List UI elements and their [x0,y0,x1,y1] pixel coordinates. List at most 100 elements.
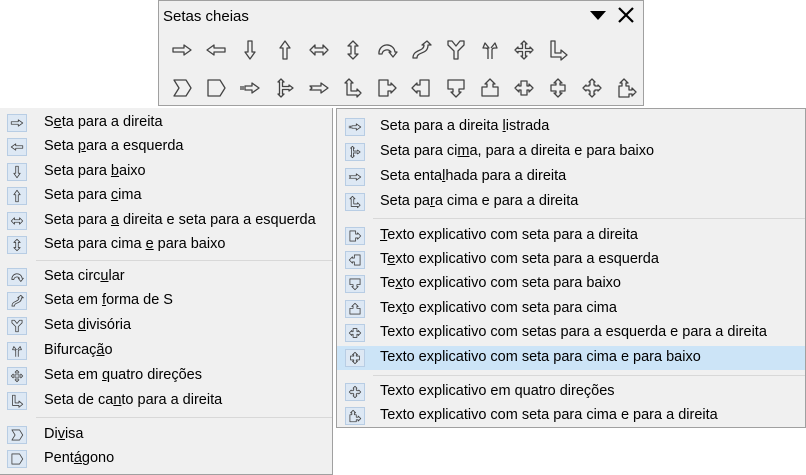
arrow-left-right-icon [308,39,330,61]
close-icon[interactable] [615,4,637,26]
menu-item-label: Texto explicativo com seta para baixo [380,275,621,291]
menu-item-label: Texto explicativo com setas para a esque… [380,324,767,340]
menu-item-label: Seta para cima e para baixo [44,236,226,252]
toolbar-button-arrow-up-down[interactable] [336,33,370,67]
toolbar-button-arrow-down[interactable] [233,33,267,67]
menu-item-four-way-arrow[interactable]: Seta em quatro direções [0,364,332,388]
toolbar-button-right-callout[interactable] [370,71,404,105]
menu-item-left-right-callout[interactable]: Texto explicativo com setas para a esque… [337,321,805,345]
menu-item-arrow-left[interactable]: Seta para a esquerda [0,135,332,159]
toolbar-button-pentagon[interactable] [199,71,233,105]
menu-item-label: Texto explicativo com seta para cima [380,300,617,316]
striped-right-arrow-icon [239,77,261,99]
menu-item-arrow-up[interactable]: Seta para cima [0,184,332,208]
toolbar-titlebar[interactable]: Setas cheias [159,1,643,31]
circular-arrow-icon [376,39,398,61]
toolbar-button-arrow-right[interactable] [165,33,199,67]
menu-item-arrow-down[interactable]: Seta para baixo [0,160,332,184]
toolbar-button-chevron[interactable] [165,71,199,105]
toolbar-button-arrow-up[interactable] [268,33,302,67]
toolbar-button-circular-arrow[interactable] [370,33,404,67]
menu-item-up-right-callout[interactable]: Texto explicativo com seta para cima e p… [337,404,805,428]
toolbar-button-up-right-callout[interactable] [610,71,644,105]
toolbar-button-corner-right-arrow[interactable] [541,33,575,67]
menu-item-up-down-callout[interactable]: Texto explicativo com seta para cima e p… [337,346,805,370]
toolbar-button-down-callout[interactable] [439,71,473,105]
corner-right-arrow-icon [547,39,569,61]
s-shaped-arrow-icon [7,292,27,310]
up-right-arrow-icon [345,193,365,211]
split-round-arrow-icon [479,39,501,61]
toolbar-button-four-way-callout[interactable] [575,71,609,105]
menu-separator [36,417,332,418]
toolbar-button-up-down-callout[interactable] [541,71,575,105]
up-callout-icon [479,77,501,99]
menu-item-up-callout[interactable]: Texto explicativo com seta para cima [337,297,805,321]
menu-item-left-callout[interactable]: Texto explicativo com seta para a esquer… [337,248,805,272]
toolbar-button-left-right-callout[interactable] [507,71,541,105]
menu-item-arrow-up-down[interactable]: Seta para cima e para baixo [0,233,332,257]
arrow-left-icon [7,138,27,156]
toolbar-button-left-callout[interactable] [404,71,438,105]
menu-item-circular-arrow[interactable]: Seta circular [0,265,332,289]
menu-item-label: Seta entalhada para a direita [380,168,567,184]
circular-arrow-icon [7,268,27,286]
menu-separator [36,260,332,261]
menu-item-label: Texto explicativo com seta para a direit… [380,227,638,243]
menu-item-up-right-down-arrow[interactable]: Seta para cima, para a direita e para ba… [337,140,805,164]
corner-right-arrow-icon [7,392,27,410]
menu-item-label: Texto explicativo em quatro direções [380,383,615,399]
toolbar-button-split-round-arrow[interactable] [473,33,507,67]
menu-item-label: Seta para cima [44,187,142,203]
dropdown-triangle-icon[interactable] [587,4,609,26]
menu-item-striped-right-arrow[interactable]: Seta para a direita listrada [337,115,805,139]
toolbar-button-striped-right-arrow[interactable] [233,71,267,105]
notched-right-arrow-icon [345,168,365,186]
left-callout-icon [345,251,365,269]
striped-right-arrow-icon [345,118,365,136]
menu-item-split-round-arrow[interactable]: Bifurcação [0,339,332,363]
menu-item-arrow-left-right[interactable]: Seta para a direita e seta para a esquer… [0,209,332,233]
toolbar-button-s-shaped-arrow[interactable] [404,33,438,67]
menu-item-s-shaped-arrow[interactable]: Seta em forma de S [0,289,332,313]
left-menu: Seta para a direita Seta para a esquerda S… [0,108,333,475]
toolbar-button-notched-right-arrow[interactable] [302,71,336,105]
four-way-arrow-icon [7,367,27,385]
menu-item-notched-right-arrow[interactable]: Seta entalhada para a direita [337,165,805,189]
toolbar-button-up-callout[interactable] [473,71,507,105]
menu-item-label: Bifurcação [44,342,113,358]
toolbar-button-arrow-left-right[interactable] [302,33,336,67]
down-callout-icon [345,275,365,293]
menu-item-label: Seta de canto para a direita [44,392,223,408]
toolbar-button-up-right-arrow[interactable] [336,71,370,105]
arrow-down-icon [239,39,261,61]
menu-separator [373,218,805,219]
menu-item-arrow-right[interactable]: Seta para a direita [0,111,332,135]
menu-item-corner-right-arrow[interactable]: Seta de canto para a direita [0,389,332,413]
notched-right-arrow-icon [308,77,330,99]
menu-item-split-arrow[interactable]: Seta divisória [0,314,332,338]
split-arrow-icon [7,317,27,335]
right-callout-icon [345,227,365,245]
up-right-callout-icon [616,77,638,99]
four-way-arrow-icon [513,39,535,61]
menu-item-right-callout[interactable]: Texto explicativo com seta para a direit… [337,224,805,248]
arrow-up-icon [7,187,27,205]
toolbar-button-up-right-down-arrow[interactable] [268,71,302,105]
up-right-down-arrow-icon [345,143,365,161]
menu-item-label: Seta para a esquerda [44,138,184,154]
menu-item-four-way-callout[interactable]: Texto explicativo em quatro direções [337,380,805,404]
menu-item-up-right-arrow[interactable]: Seta para cima e para a direita [337,190,805,214]
left-right-callout-icon [345,324,365,342]
toolbar-button-arrow-left[interactable] [199,33,233,67]
toolbar-button-split-arrow[interactable] [439,33,473,67]
menu-item-label: Seta para a direita [44,114,163,130]
menu-item-pentagon[interactable]: Pentágono [0,447,332,471]
menu-item-label: Texto explicativo com seta para cima e p… [380,349,701,365]
arrow-down-icon [7,163,27,181]
up-right-down-arrow-icon [274,77,296,99]
menu-item-chevron[interactable]: Divisa [0,423,332,447]
up-down-callout-icon [345,349,365,367]
toolbar-button-four-way-arrow[interactable] [507,33,541,67]
menu-item-down-callout[interactable]: Texto explicativo com seta para baixo [337,272,805,296]
